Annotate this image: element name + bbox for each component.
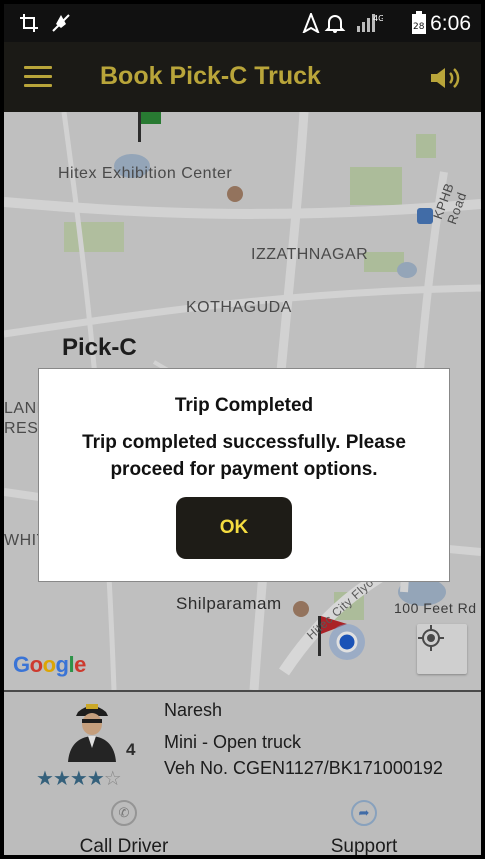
clock: 6:06 xyxy=(430,12,471,35)
mic-off-icon xyxy=(50,12,72,34)
battery-icon: 28 xyxy=(408,11,430,34)
svg-text:28: 28 xyxy=(413,22,425,32)
app-bar: Book Pick-C Truck xyxy=(4,42,481,112)
dialog-message: Trip completed successfully. Please proc… xyxy=(82,432,406,480)
alarm-icon xyxy=(324,12,346,34)
app-screen: 4G 28 6:06 Book Pick-C Truck Hitex Exhib… xyxy=(4,4,481,855)
page-title: Book Pick-C Truck xyxy=(100,62,321,90)
menu-icon[interactable] xyxy=(24,66,52,88)
crop-icon xyxy=(18,12,40,34)
ok-button[interactable]: OK xyxy=(176,497,292,559)
speaker-icon[interactable] xyxy=(429,66,463,90)
status-bar: 4G 28 6:06 xyxy=(4,4,481,42)
navigation-icon xyxy=(300,12,322,34)
trip-completed-dialog: Trip Completed Trip completed successful… xyxy=(38,368,450,582)
dialog-title: Trip Completed xyxy=(174,395,314,416)
signal-icon: 4G xyxy=(354,12,384,34)
svg-text:4G: 4G xyxy=(373,14,383,23)
